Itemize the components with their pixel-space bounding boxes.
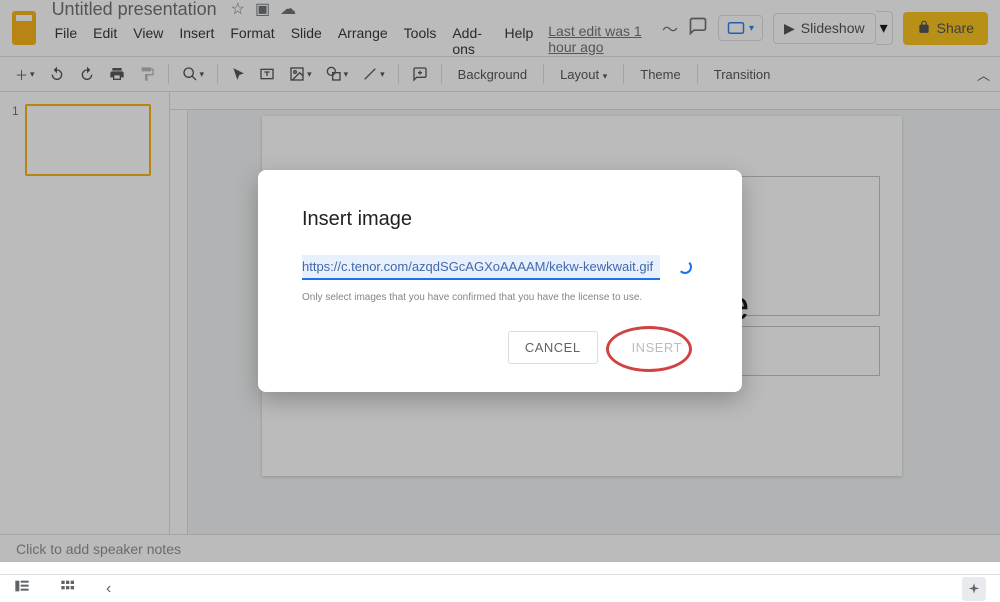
grid-view-icon[interactable] (60, 579, 76, 598)
modal-overlay: Insert image Only select images that you… (0, 0, 1000, 562)
dialog-hint: Only select images that you have confirm… (302, 292, 698, 303)
input-row (302, 255, 698, 280)
filmstrip-view-icon[interactable] (14, 579, 30, 598)
dialog-title: Insert image (302, 208, 698, 231)
insert-button-highlight: INSERT (616, 332, 698, 363)
insert-image-dialog: Insert image Only select images that you… (258, 170, 742, 392)
collapse-panel-icon[interactable]: ‹ (106, 580, 111, 598)
loading-spinner-icon (678, 260, 692, 274)
explore-button[interactable] (962, 577, 986, 601)
insert-button[interactable]: INSERT (616, 332, 698, 363)
cancel-button[interactable]: CANCEL (508, 331, 598, 364)
url-input[interactable] (302, 255, 660, 280)
dialog-actions: CANCEL INSERT (302, 331, 698, 364)
bottom-bar: ‹ (0, 574, 1000, 602)
